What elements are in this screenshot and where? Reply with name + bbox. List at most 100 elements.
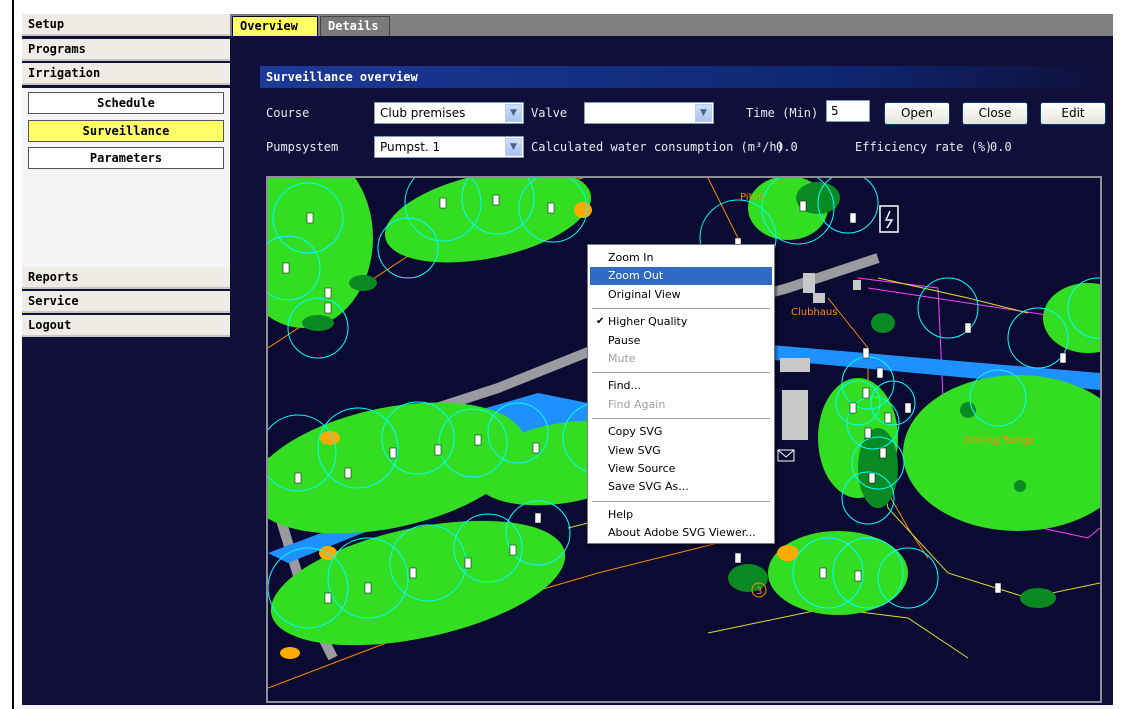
sprinkler-valve-icon[interactable] bbox=[294, 472, 302, 484]
menu-item-label: Zoom Out bbox=[608, 269, 664, 283]
sprinkler-valve-icon[interactable] bbox=[282, 262, 290, 274]
time-label: Time (Min) bbox=[746, 106, 819, 120]
open-button[interactable]: Open bbox=[884, 102, 950, 125]
menu-item-find[interactable]: Find... bbox=[590, 377, 772, 395]
time-input[interactable] bbox=[826, 100, 870, 122]
menu-item-label: About Adobe SVG Viewer... bbox=[608, 526, 756, 540]
sprinkler-valve-icon[interactable] bbox=[994, 582, 1002, 594]
nav-service[interactable]: Service bbox=[22, 291, 230, 313]
menu-separator bbox=[592, 308, 770, 310]
sprinkler-valve-icon[interactable] bbox=[306, 212, 314, 224]
menu-item-label: Save SVG As... bbox=[608, 480, 689, 494]
menu-item-mute: Mute bbox=[590, 350, 772, 368]
menu-item-view-source[interactable]: View Source bbox=[590, 460, 772, 478]
menu-item-label: Original View bbox=[608, 287, 681, 301]
sprinkler-valve-icon[interactable] bbox=[862, 347, 870, 359]
sprinkler-valve-icon[interactable] bbox=[868, 472, 876, 484]
sprinkler-valve-icon[interactable] bbox=[862, 387, 870, 399]
menu-item-pause[interactable]: Pause bbox=[590, 332, 772, 350]
nav-programs[interactable]: Programs bbox=[22, 39, 230, 61]
sprinkler-valve-icon[interactable] bbox=[854, 570, 862, 582]
sprinkler-valve-icon[interactable] bbox=[364, 582, 372, 594]
sprinkler-valve-icon[interactable] bbox=[464, 557, 472, 569]
efficiency-value: 0.0 bbox=[990, 140, 1012, 154]
sprinkler-valve-icon[interactable] bbox=[799, 200, 807, 212]
sprinkler-valve-icon[interactable] bbox=[734, 552, 742, 564]
irrigation-submenu: Schedule Surveillance Parameters bbox=[22, 88, 230, 268]
bottom-margin bbox=[18, 705, 1113, 709]
nav-irrigation[interactable]: Irrigation bbox=[22, 63, 230, 85]
sprinkler-valve-icon[interactable] bbox=[849, 402, 857, 414]
menu-item-save-svg-as[interactable]: Save SVG As... bbox=[590, 478, 772, 496]
consumption-value: 0.0 bbox=[776, 140, 798, 154]
sprinkler-valve-icon[interactable] bbox=[904, 402, 912, 414]
sprinkler-valve-icon[interactable] bbox=[324, 302, 332, 314]
menu-item-find-again: Find Again bbox=[590, 396, 772, 414]
sprinkler-valve-icon[interactable] bbox=[492, 194, 500, 206]
sprinkler-valve-icon[interactable] bbox=[534, 512, 542, 524]
sprinkler-valve-icon[interactable] bbox=[879, 447, 887, 459]
menu-item-zoom-out[interactable]: Zoom Out bbox=[590, 267, 772, 286]
sprinkler-valve-icon[interactable] bbox=[884, 412, 892, 424]
menu-item-higher-quality[interactable]: ✔ Higher Quality bbox=[590, 313, 772, 331]
valve-select[interactable]: ▼ bbox=[584, 102, 714, 124]
pumpsystem-select[interactable]: Pumpst. 1 ▼ bbox=[374, 136, 524, 158]
menu-item-label: Zoom In bbox=[608, 251, 654, 264]
subnav-schedule[interactable]: Schedule bbox=[28, 92, 224, 114]
sprinkler-valve-icon[interactable] bbox=[324, 592, 332, 604]
tab-bar: Overview Details bbox=[230, 14, 1113, 36]
menu-item-help[interactable]: Help bbox=[590, 506, 772, 524]
menu-item-label: Help bbox=[608, 507, 634, 521]
nav-reports[interactable]: Reports bbox=[22, 267, 230, 289]
pumpsystem-select-value: Pumpst. 1 bbox=[380, 140, 441, 154]
menu-item-view-svg[interactable]: View SVG bbox=[590, 442, 772, 460]
nav-setup[interactable]: Setup bbox=[22, 14, 230, 36]
dropdown-arrow-icon[interactable]: ▼ bbox=[505, 104, 522, 122]
edit-button[interactable]: Edit bbox=[1040, 102, 1106, 125]
course-select-value: Club premises bbox=[380, 106, 466, 120]
subnav-surveillance[interactable]: Surveillance bbox=[28, 120, 224, 142]
sprinkler-valve-icon[interactable] bbox=[344, 467, 352, 479]
map-label-clubhaus: Clubhaus bbox=[791, 307, 837, 318]
sprinkler-valve-icon[interactable] bbox=[434, 444, 442, 456]
sprinkler-valve-icon[interactable] bbox=[474, 434, 482, 446]
sprinkler-valve-icon[interactable] bbox=[389, 447, 397, 459]
sprinkler-valve-icon[interactable] bbox=[864, 427, 872, 439]
menu-item-label: View SVG bbox=[608, 443, 661, 457]
dropdown-arrow-icon[interactable]: ▼ bbox=[505, 138, 522, 156]
menu-item-copy-svg[interactable]: Copy SVG bbox=[590, 423, 772, 441]
menu-item-original-view[interactable]: Original View bbox=[590, 286, 772, 304]
sprinkler-valve-icon[interactable] bbox=[439, 197, 447, 209]
menu-item-label: View Source bbox=[608, 462, 676, 475]
sprinkler-valve-icon[interactable] bbox=[509, 544, 517, 556]
sidebar: Setup Programs Irrigation Schedule Surve… bbox=[22, 14, 230, 705]
tab-details[interactable]: Details bbox=[320, 16, 390, 36]
sprinkler-valve-icon[interactable] bbox=[964, 322, 972, 334]
sprinkler-valve-icon[interactable] bbox=[819, 567, 827, 579]
close-button[interactable]: Close bbox=[962, 102, 1028, 125]
checkmark-icon: ✔ bbox=[596, 316, 605, 328]
course-select[interactable]: Club premises ▼ bbox=[374, 102, 524, 124]
nav-logout[interactable]: Logout bbox=[22, 315, 230, 337]
menu-item-label: Find Again bbox=[608, 397, 666, 411]
menu-separator bbox=[592, 372, 770, 374]
map-label-pitch: Pitch bbox=[740, 192, 764, 203]
menu-separator bbox=[592, 418, 770, 420]
sprinkler-valve-icon[interactable] bbox=[547, 202, 555, 214]
sprinkler-valve-icon[interactable] bbox=[1059, 352, 1067, 364]
sprinkler-valve-icon[interactable] bbox=[324, 287, 332, 299]
sprinkler-valve-icon[interactable] bbox=[532, 442, 540, 454]
menu-item-label: Higher Quality bbox=[608, 315, 688, 329]
valve-label: Valve bbox=[531, 106, 568, 120]
menu-item-zoom-in[interactable]: Zoom In bbox=[590, 249, 772, 267]
tab-overview[interactable]: Overview bbox=[232, 16, 318, 36]
sprinkler-valve-icon[interactable] bbox=[409, 567, 417, 579]
sprinkler-valve-icon[interactable] bbox=[849, 212, 857, 224]
menu-item-about-adobe-svg-viewer[interactable]: About Adobe SVG Viewer... bbox=[590, 524, 772, 542]
menu-item-label: Find... bbox=[608, 379, 642, 393]
sprinkler-valve-icon[interactable] bbox=[876, 367, 884, 379]
subnav-parameters[interactable]: Parameters bbox=[28, 147, 224, 169]
left-margin-line bbox=[12, 0, 14, 709]
svg-context-menu: Zoom In Zoom Out Original View ✔ Higher Qual… bbox=[587, 244, 775, 544]
dropdown-arrow-icon[interactable]: ▼ bbox=[695, 104, 712, 122]
